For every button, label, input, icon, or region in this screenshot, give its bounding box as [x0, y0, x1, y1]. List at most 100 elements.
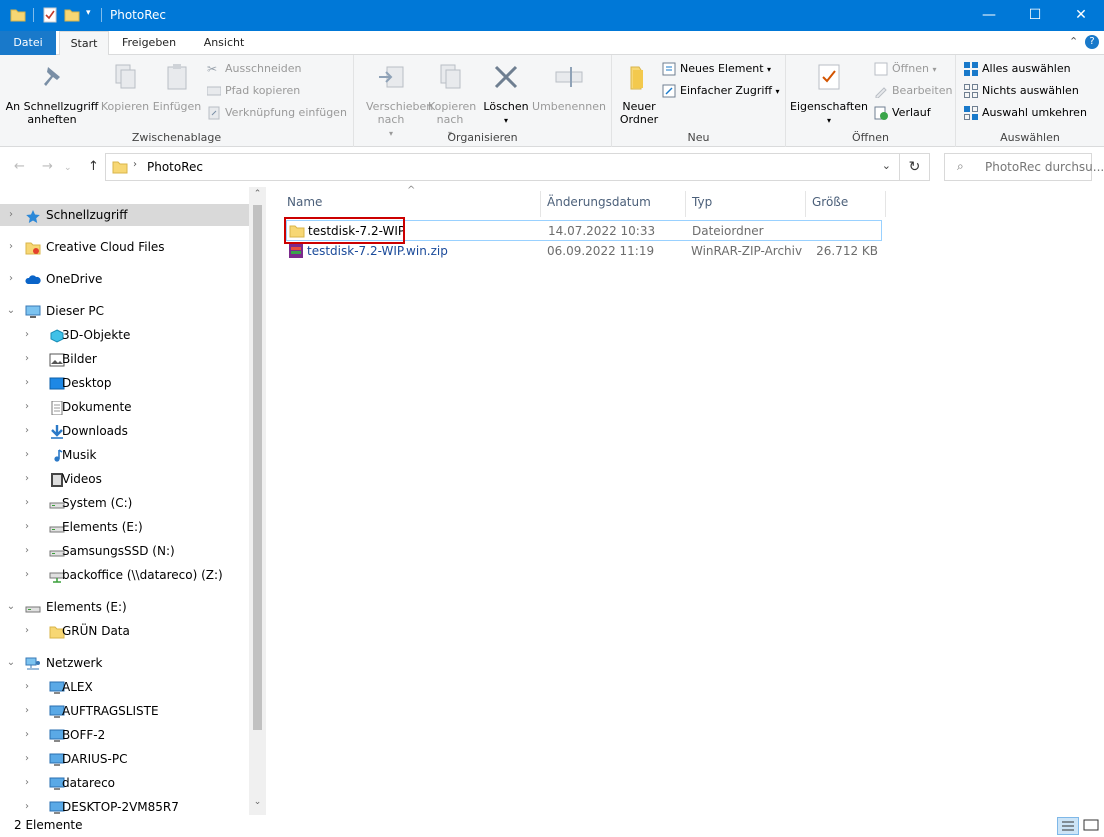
back-button[interactable]: ← — [14, 159, 25, 174]
expand-chevron-right-icon[interactable]: › — [22, 700, 32, 722]
sidebar-item[interactable]: ⌄ Elements (E:) — [0, 596, 249, 618]
sidebar-item[interactable]: › SamsungsSSD (N:) — [0, 540, 249, 562]
breadcrumb-photorec[interactable]: PhotoRec — [147, 160, 203, 174]
invert-selection-button[interactable]: Auswahl umkehren — [962, 103, 1087, 123]
select-all-button[interactable]: Alles auswählen — [962, 59, 1071, 79]
sidebar-item[interactable]: › backoffice (\\datareco) (Z:) — [0, 564, 249, 586]
scrollbar-thumb[interactable] — [253, 205, 262, 730]
copy-path-button[interactable]: Pfad kopieren — [205, 81, 300, 101]
tab-freigeben[interactable]: Freigeben — [112, 31, 186, 55]
sidebar-item[interactable]: › BOFF-2 — [0, 724, 249, 746]
expand-chevron-right-icon[interactable]: › — [22, 444, 32, 466]
expand-chevron-down-icon[interactable]: ⌄ — [6, 652, 16, 674]
expand-chevron-right-icon[interactable]: › — [22, 516, 32, 538]
file-name[interactable]: testdisk-7.2-WIP.win.zip — [307, 241, 448, 262]
expand-chevron-right-icon[interactable]: › — [6, 204, 16, 226]
column-header-name[interactable]: Name — [281, 191, 541, 217]
sidebar-item[interactable]: › Creative Cloud Files — [0, 236, 249, 258]
details-view-button[interactable] — [1057, 817, 1079, 835]
search-box[interactable]: ⌕ PhotoRec durchsu... — [944, 153, 1104, 181]
edit-button[interactable]: Bearbeiten — [872, 81, 952, 101]
expand-chevron-down-icon[interactable]: ⌄ — [6, 596, 16, 618]
sidebar-item[interactable]: › Bilder — [0, 348, 249, 370]
sidebar-item[interactable]: › Videos — [0, 468, 249, 490]
expand-chevron-right-icon[interactable]: › — [22, 348, 32, 370]
sidebar-item[interactable]: › DARIUS-PC — [0, 748, 249, 770]
copy-to-button[interactable]: Kopieren nach ▾ — [424, 59, 476, 140]
recent-locations-chevron-icon[interactable]: ⌄ — [64, 163, 72, 173]
paste-button[interactable]: Einfügen — [152, 59, 202, 113]
properties-button[interactable]: Eigenschaften ▾ — [790, 59, 868, 127]
search-input[interactable]: PhotoRec durchsu... — [985, 160, 1104, 174]
tab-datei[interactable]: Datei — [0, 31, 56, 55]
minimize-button[interactable]: — — [966, 0, 1012, 31]
delete-button[interactable]: Löschen ▾ — [480, 59, 532, 127]
column-header-type[interactable]: Typ — [686, 191, 806, 217]
expand-chevron-right-icon[interactable]: › — [22, 564, 32, 586]
expand-chevron-right-icon[interactable]: › — [6, 236, 16, 258]
forward-button[interactable]: → — [42, 159, 53, 174]
sidebar-item[interactable]: › GRÜN Data — [0, 620, 249, 642]
expand-chevron-right-icon[interactable]: › — [22, 420, 32, 442]
sidebar-item[interactable]: ⌄ Netzwerk — [0, 652, 249, 674]
expand-chevron-right-icon[interactable]: › — [6, 268, 16, 290]
rename-button[interactable]: Umbenennen — [532, 59, 606, 113]
sidebar-item[interactable]: › Musik — [0, 444, 249, 466]
scroll-up-icon[interactable]: ⌃ — [249, 189, 266, 199]
file-row[interactable]: testdisk-7.2-WIP.win.zip 06.09.2022 11:19… — [286, 241, 882, 262]
chevron-down-icon[interactable]: ▾ — [86, 8, 91, 18]
select-none-button[interactable]: Nichts auswählen — [962, 81, 1079, 101]
sidebar-item[interactable]: › Elements (E:) — [0, 516, 249, 538]
expand-chevron-right-icon[interactable]: › — [22, 772, 32, 794]
pin-quick-access-button[interactable]: An Schnellzugriff anheften — [4, 59, 100, 126]
new-item-button[interactable]: Neues Element ▾ — [660, 59, 771, 79]
address-dropdown-chevron-icon[interactable]: ⌄ — [882, 159, 891, 172]
navigation-scrollbar[interactable]: ⌃ ⌄ — [249, 187, 266, 815]
sidebar-item[interactable]: › datareco — [0, 772, 249, 794]
expand-chevron-right-icon[interactable]: › — [22, 748, 32, 770]
column-header-size[interactable]: Größe — [806, 191, 886, 217]
close-button[interactable]: ✕ — [1058, 0, 1104, 31]
paste-shortcut-button[interactable]: Verknüpfung einfügen — [205, 103, 347, 123]
expand-chevron-right-icon[interactable]: › — [22, 396, 32, 418]
ribbon-collapse-icon[interactable]: ⌃ — [1069, 35, 1078, 48]
tab-start[interactable]: Start — [59, 31, 109, 56]
sidebar-item[interactable]: › OneDrive — [0, 268, 249, 290]
maximize-button[interactable]: ☐ — [1012, 0, 1058, 31]
copy-button[interactable]: Kopieren — [100, 59, 150, 113]
expand-chevron-right-icon[interactable]: › — [22, 468, 32, 490]
refresh-button[interactable]: ↻ — [900, 153, 930, 181]
sidebar-item[interactable]: › Downloads — [0, 420, 249, 442]
expand-chevron-right-icon[interactable]: › — [22, 492, 32, 514]
cut-button[interactable]: ✂ Ausschneiden — [205, 59, 302, 79]
new-folder-icon[interactable] — [64, 7, 80, 23]
large-icons-view-button[interactable] — [1081, 817, 1101, 835]
expand-chevron-right-icon[interactable]: › — [22, 676, 32, 698]
open-button[interactable]: Öffnen ▾ — [872, 59, 936, 79]
new-folder-button[interactable]: Neuer Ordner — [616, 59, 662, 126]
expand-chevron-right-icon[interactable]: › — [22, 540, 32, 562]
properties-icon[interactable] — [42, 7, 58, 23]
sidebar-item[interactable]: › AUFTRAGSLISTE — [0, 700, 249, 722]
help-icon[interactable]: ? — [1085, 35, 1099, 49]
up-button[interactable]: ↑ — [88, 159, 99, 174]
sidebar-item[interactable]: › Schnellzugriff — [0, 204, 249, 226]
sidebar-item[interactable]: › Dokumente — [0, 396, 249, 418]
history-button[interactable]: Verlauf — [872, 103, 931, 123]
expand-chevron-right-icon[interactable]: › — [22, 372, 32, 394]
expand-chevron-right-icon[interactable]: › — [22, 724, 32, 746]
expand-chevron-right-icon[interactable]: › — [22, 324, 32, 346]
tab-ansicht[interactable]: Ansicht — [192, 31, 256, 55]
expand-chevron-down-icon[interactable]: ⌄ — [6, 300, 16, 322]
sidebar-item[interactable]: › Desktop — [0, 372, 249, 394]
column-header-date[interactable]: Änderungsdatum — [541, 191, 686, 217]
sidebar-item[interactable]: › 3D-Objekte — [0, 324, 249, 346]
easy-access-button[interactable]: Einfacher Zugriff ▾ — [660, 81, 780, 101]
sidebar-item[interactable]: › ALEX — [0, 676, 249, 698]
address-bar[interactable]: › PhotoRec ⌄ — [105, 153, 900, 181]
file-row[interactable]: testdisk-7.2-WIP 14.07.2022 10:33 Dateiord… — [284, 217, 882, 244]
move-to-button[interactable]: Verschieben nach ▾ — [358, 59, 433, 140]
sidebar-item[interactable]: › System (C:) — [0, 492, 249, 514]
expand-chevron-right-icon[interactable]: › — [22, 620, 32, 642]
scroll-down-icon[interactable]: ⌄ — [249, 797, 266, 807]
